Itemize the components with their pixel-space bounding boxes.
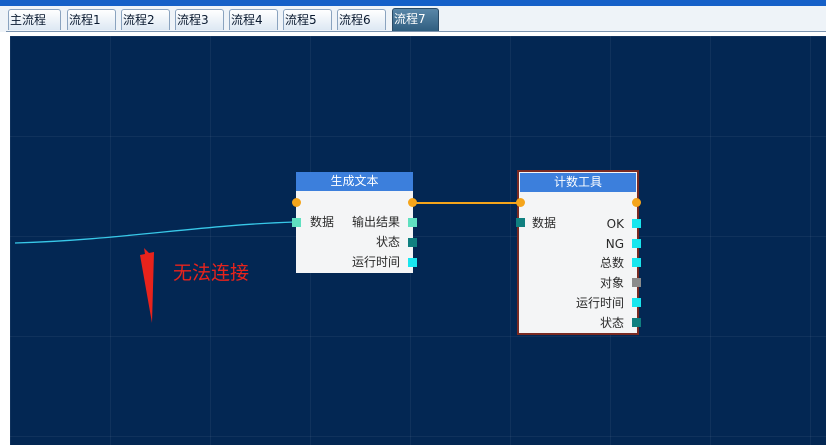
output-port-object[interactable] <box>632 278 641 287</box>
output-port-ng[interactable] <box>632 239 641 248</box>
input-port-data[interactable] <box>292 218 301 227</box>
input-port-data[interactable] <box>516 218 525 227</box>
node-title: 生成文本 <box>296 172 413 191</box>
input-label-data: 数据 <box>310 215 335 229</box>
output-label-object: 对象 <box>599 276 624 290</box>
output-label-runtime: 运行时间 <box>575 296 624 310</box>
connector-in-dot[interactable] <box>292 198 301 207</box>
output-port-result[interactable] <box>408 218 417 227</box>
annotation-text: 无法连接 <box>173 262 250 284</box>
dangling-drag-wire <box>14 221 296 244</box>
input-label-data: 数据 <box>532 216 557 230</box>
output-port-ok[interactable] <box>632 219 641 228</box>
output-label-runtime: 运行时间 <box>351 255 400 269</box>
output-label-status: 状态 <box>599 316 624 330</box>
connector-out-dot[interactable] <box>632 198 641 207</box>
node-counter-tool[interactable]: 计数工具 数据 OK NG 总数 对象 运行时间 状态 <box>517 170 639 335</box>
node-title: 计数工具 <box>520 173 636 192</box>
output-label-total: 总数 <box>599 256 624 270</box>
output-label-ng: NG <box>605 237 624 251</box>
connector-in-dot[interactable] <box>516 198 525 207</box>
output-port-runtime[interactable] <box>632 298 641 307</box>
output-port-status[interactable] <box>632 318 641 327</box>
output-label-status: 状态 <box>375 235 400 249</box>
output-port-status[interactable] <box>408 238 417 247</box>
node-generate-text[interactable]: 生成文本 数据 输出结果 状态 运行时间 <box>296 172 413 273</box>
output-port-total[interactable] <box>632 258 641 267</box>
connector-out-dot[interactable] <box>408 198 417 207</box>
output-port-runtime[interactable] <box>408 258 417 267</box>
output-label-result: 输出结果 <box>351 215 400 229</box>
output-label-ok: OK <box>606 217 624 231</box>
red-arrow-icon <box>140 248 154 323</box>
